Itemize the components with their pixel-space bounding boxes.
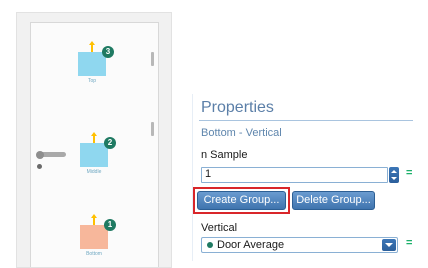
sensor-caption: Top [87, 78, 97, 84]
sensor-top[interactable]: 3 Top [78, 41, 114, 84]
sensor-box [80, 143, 108, 167]
n-sample-value: 1 [205, 168, 212, 180]
create-group-button[interactable]: Create Group... [197, 191, 286, 210]
n-sample-spinner-icon[interactable] [389, 167, 399, 183]
vertical-select-value: Door Average [217, 239, 285, 251]
n-sample-equals-toggle[interactable]: = [406, 167, 412, 179]
sensor-caption: Middle [86, 169, 102, 175]
title-divider [199, 120, 413, 121]
properties-panel: Properties Bottom - Vertical n Sample 1 … [192, 94, 428, 261]
sensor-number-badge: 2 [104, 137, 116, 149]
sensor-caption: Bottom [86, 251, 102, 257]
sensor-number-badge: 1 [104, 219, 116, 231]
vertical-equals-toggle[interactable]: = [406, 237, 412, 249]
door-keyhole [37, 164, 42, 169]
status-dot-icon [207, 242, 213, 248]
sensor-number-badge: 3 [102, 46, 114, 58]
sensor-direction-arrow-icon [91, 132, 97, 143]
n-sample-input[interactable]: 1 [201, 167, 388, 183]
chevron-down-icon[interactable] [382, 239, 396, 251]
sensor-direction-arrow-icon [91, 214, 97, 225]
panel-title: Properties [201, 99, 274, 116]
n-sample-label: n Sample [201, 149, 248, 161]
panel-subtitle: Bottom - Vertical [201, 127, 282, 139]
vertical-label: Vertical [201, 222, 238, 234]
vertical-select[interactable]: Door Average [201, 237, 398, 253]
door-handle-rose [36, 151, 44, 159]
sensor-direction-arrow-icon [89, 41, 95, 52]
sensor-bottom[interactable]: 1 Bottom [80, 214, 116, 257]
sensor-middle[interactable]: 2 Middle [80, 132, 116, 175]
door-hinge [151, 122, 154, 136]
sensor-box [80, 225, 108, 249]
delete-group-button[interactable]: Delete Group... [292, 191, 375, 210]
sensor-box [78, 52, 106, 76]
door-hinge [151, 52, 154, 66]
